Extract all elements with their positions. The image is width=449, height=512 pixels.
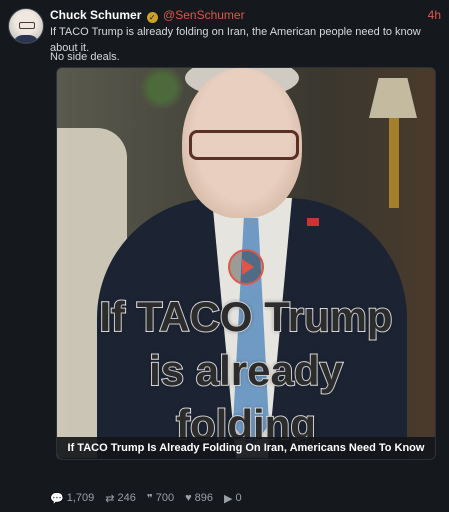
plant-decor [137,68,187,108]
author-name[interactable]: Chuck Schumer [50,8,141,22]
post-text-2: No side deals. [50,51,120,63]
lamp-base [389,118,399,208]
action-bar: 💬 1,709 ⇄ 246 ❞ 700 ♥ 896 ▶ 0 [50,491,242,505]
quote-count: 700 [155,492,175,504]
quote-button[interactable]: ❞ 700 [147,491,174,505]
like-button[interactable]: ♥ 896 [185,491,213,505]
like-count: 896 [194,492,213,504]
avatar[interactable] [8,8,44,44]
reply-icon: 💬 [50,492,64,505]
reply-button[interactable]: 💬 1,709 [50,491,94,505]
verified-icon: ✓ [146,12,158,23]
avatar-glasses [19,22,35,29]
repost-icon: ⇄ [105,492,115,505]
avatar-suit [13,35,39,43]
video-media[interactable]: If TACO Trump is already folding If TACO… [56,67,436,460]
views-button[interactable]: ▶ 0 [224,491,242,505]
repost-count: 246 [117,492,136,504]
author-handle[interactable]: @SenSchumer [163,8,245,22]
views-icon: ▶ [223,492,233,505]
post-header: Chuck Schumer ✓ @SenSchumer 4h [50,8,441,24]
video-caption: If TACO Trump is already folding [57,290,435,452]
reply-count: 1,709 [66,492,95,504]
lapel-pin [307,218,319,226]
views-count: 0 [235,492,242,504]
like-icon: ♥ [185,492,192,504]
caption-line-1: If TACO Trump [98,292,393,341]
media-title[interactable]: If TACO Trump Is Already Folding On Iran… [57,437,435,459]
speaker-glasses [189,130,299,160]
play-icon[interactable] [228,249,264,285]
caption-line-2: is already [148,346,344,395]
repost-button[interactable]: ⇄ 246 [105,491,136,505]
post-time[interactable]: 4h [428,8,441,22]
quote-icon: ❞ [146,492,153,505]
